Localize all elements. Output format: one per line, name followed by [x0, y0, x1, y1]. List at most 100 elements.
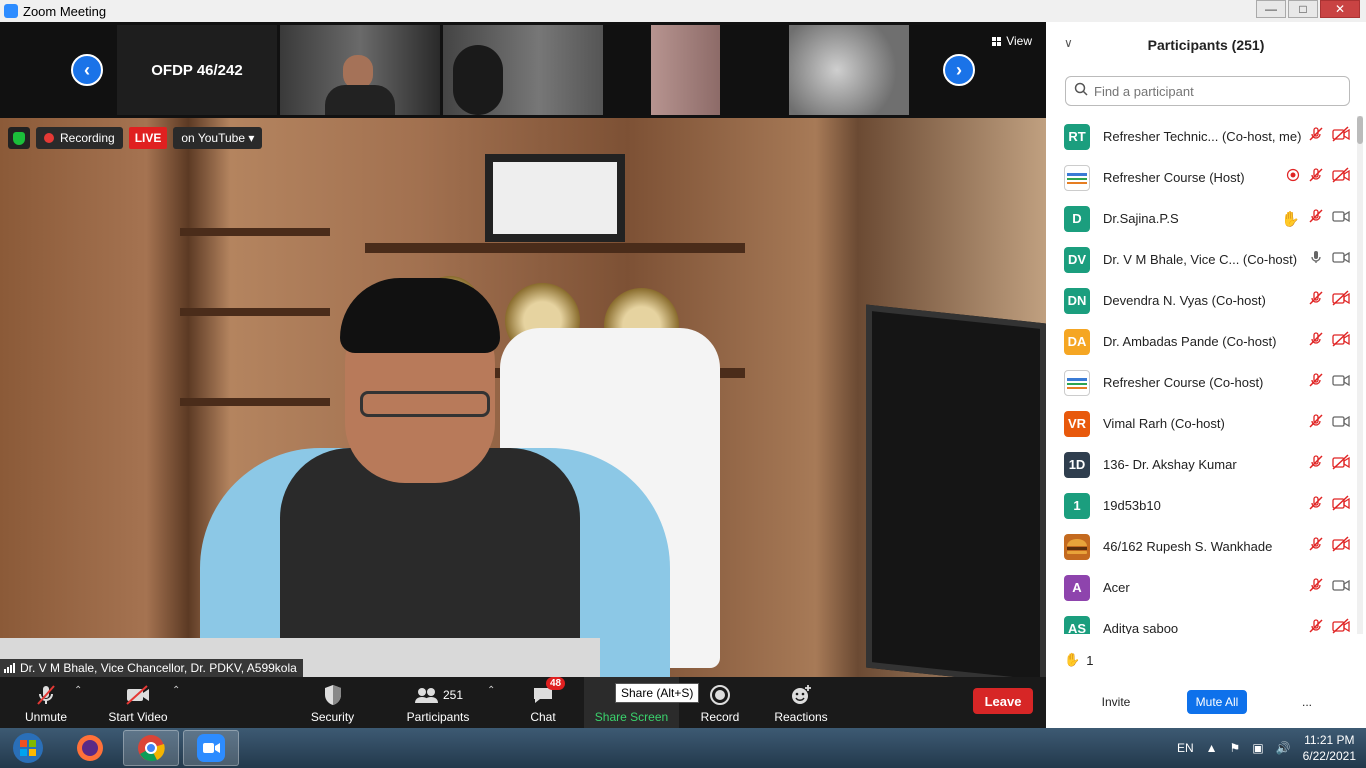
participant-row[interactable]: D Dr.Sajina.P.S ✋: [1046, 198, 1356, 239]
participant-status-icons: [1308, 577, 1350, 598]
security-button[interactable]: Security: [305, 677, 360, 728]
recording-status-bar: Recording LIVE on YouTube ▾: [8, 127, 263, 149]
mute-all-button[interactable]: Mute All: [1187, 690, 1247, 714]
participant-name: 19d53b10: [1103, 498, 1161, 513]
thumbnail-video-1[interactable]: [280, 25, 440, 115]
participants-button[interactable]: 251 Participants: [400, 677, 476, 728]
system-clock[interactable]: 11:21 PM 6/22/2021: [1303, 732, 1356, 764]
participant-status-icons: [1308, 372, 1350, 393]
microphone-muted-icon: [1308, 618, 1324, 634]
next-page-button[interactable]: ›: [943, 54, 975, 86]
leave-button[interactable]: Leave: [973, 688, 1033, 714]
microphone-muted-icon: [1308, 495, 1324, 516]
participant-row[interactable]: RT Refresher Technic... (Co-host, me): [1046, 116, 1356, 157]
video-camera-icon: [1332, 208, 1350, 229]
microphone-muted-icon: [1308, 536, 1324, 557]
share-screen-label: Share Screen: [594, 710, 669, 724]
window-controls: — □ ✕: [1256, 0, 1360, 18]
participant-avatar: DV: [1064, 246, 1090, 273]
participant-row[interactable]: AS Aditya saboo: [1046, 608, 1356, 634]
video-options-caret-icon[interactable]: ⌃: [172, 685, 180, 696]
search-input[interactable]: [1094, 83, 1334, 99]
thumbnail-video-2[interactable]: [443, 25, 603, 115]
window-titlebar: Zoom Meeting — □ ✕: [0, 0, 1366, 22]
panel-footer: Invite Mute All ...: [1046, 684, 1366, 720]
chat-label: Chat: [530, 710, 556, 724]
firefox-taskbar-icon[interactable]: [62, 730, 118, 766]
record-label: Record: [700, 710, 740, 724]
view-button[interactable]: View: [992, 34, 1032, 48]
participants-icon: 251: [413, 683, 463, 707]
audio-options-caret-icon[interactable]: ⌃: [74, 685, 82, 696]
reactions-button[interactable]: Reactions: [770, 677, 832, 728]
participant-status-icons: ✋: [1281, 208, 1350, 229]
monitor: [866, 304, 1046, 677]
participant-row[interactable]: VR Vimal Rarh (Co-host): [1046, 403, 1356, 444]
network-icon[interactable]: ▣: [1252, 741, 1263, 755]
minimize-button[interactable]: —: [1256, 0, 1286, 18]
thumbnail-video-3[interactable]: [651, 25, 720, 115]
previous-page-button[interactable]: ‹: [71, 54, 103, 86]
participant-avatar: 1D: [1064, 451, 1090, 478]
participant-avatar: A: [1064, 574, 1090, 601]
collapse-panel-chevron-icon[interactable]: ∨: [1064, 36, 1073, 50]
participant-row[interactable]: Refresher Course (Co-host): [1046, 362, 1356, 403]
participants-label: Participants: [406, 710, 470, 724]
participant-status-icons: [1308, 454, 1350, 475]
unmute-button[interactable]: Unmute: [16, 677, 76, 728]
participant-row[interactable]: DA Dr. Ambadas Pande (Co-host): [1046, 321, 1356, 362]
thumbnail-name-tile[interactable]: OFDP 46/242: [117, 25, 277, 115]
invite-button[interactable]: Invite: [1094, 690, 1138, 714]
encryption-shield-icon[interactable]: [8, 127, 30, 149]
thumbnail-video-4[interactable]: [789, 25, 909, 115]
window-title: Zoom Meeting: [23, 3, 107, 19]
participant-row[interactable]: 1D 136- Dr. Akshay Kumar: [1046, 444, 1356, 485]
participant-list-scrollbar[interactable]: [1357, 116, 1363, 634]
participant-row[interactable]: DN Devendra N. Vyas (Co-host): [1046, 280, 1356, 321]
participant-name: Refresher Course (Host): [1103, 170, 1245, 185]
tray-expand-icon[interactable]: ▲: [1206, 741, 1218, 755]
burger-image-avatar: [1064, 533, 1090, 560]
record-dot-icon: [44, 133, 54, 143]
action-center-icon[interactable]: ⚑: [1230, 741, 1241, 755]
reactions-label: Reactions: [774, 710, 828, 724]
zoom-taskbar-icon[interactable]: [183, 730, 239, 766]
recording-indicator[interactable]: Recording: [36, 127, 123, 149]
participants-count: 251: [442, 688, 464, 702]
participant-avatar: VR: [1064, 410, 1090, 437]
participant-row[interactable]: A Acer: [1046, 567, 1356, 608]
participant-name: 136- Dr. Akshay Kumar: [1103, 457, 1237, 472]
chrome-taskbar-icon[interactable]: [123, 730, 179, 766]
microphone-muted-icon: [1308, 290, 1324, 311]
chat-button[interactable]: 48 Chat: [520, 677, 566, 728]
record-button[interactable]: Record: [697, 677, 743, 728]
close-button[interactable]: ✕: [1320, 0, 1360, 18]
video-camera-icon: [1332, 249, 1350, 270]
participant-status-icons: [1308, 618, 1350, 634]
start-button[interactable]: [0, 730, 56, 766]
participant-name: Aditya saboo: [1103, 621, 1179, 634]
participants-options-caret-icon[interactable]: ⌃: [487, 685, 495, 696]
video-off-icon: [124, 683, 152, 707]
participant-row[interactable]: DV Dr. V M Bhale, Vice C... (Co-host): [1046, 239, 1356, 280]
participant-row[interactable]: 46/162 Rupesh S. Wankhade: [1046, 526, 1356, 567]
start-video-button[interactable]: Start Video: [103, 677, 173, 728]
participant-avatar: RT: [1064, 123, 1090, 150]
participant-row[interactable]: Refresher Course (Host): [1046, 157, 1356, 198]
more-options-button[interactable]: ...: [1296, 690, 1318, 714]
search-icon: [1074, 82, 1088, 101]
microphone-muted-icon: [1308, 577, 1324, 598]
maximize-button[interactable]: □: [1288, 0, 1318, 18]
course-logo-avatar: [1064, 369, 1090, 396]
livestream-dropdown[interactable]: on YouTube ▾: [173, 127, 263, 149]
participant-status-icons: [1308, 495, 1350, 516]
raised-hands-count: 1: [1086, 652, 1094, 668]
participant-name: Devendra N. Vyas (Co-host): [1103, 293, 1266, 308]
language-indicator[interactable]: EN: [1177, 741, 1194, 755]
participant-row[interactable]: 1 19d53b10: [1046, 485, 1356, 526]
video-off-icon: [1332, 618, 1350, 634]
video-camera-icon: [1332, 577, 1350, 598]
volume-icon[interactable]: 🔊: [1276, 741, 1291, 755]
participant-search[interactable]: [1065, 76, 1350, 106]
video-off-icon: [1332, 126, 1350, 147]
